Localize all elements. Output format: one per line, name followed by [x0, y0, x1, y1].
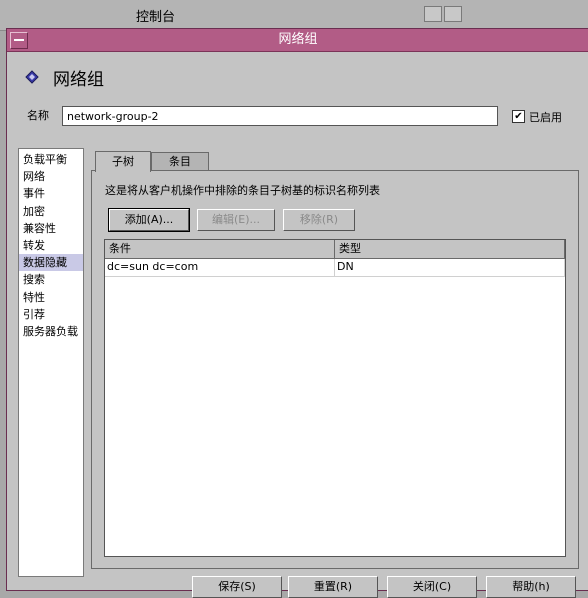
panel-description: 这是将从客户机操作中排除的条目子树基的标识名称列表 [105, 184, 380, 197]
exclusion-table: 条件 类型 dc=sun dc=com DN [104, 239, 566, 557]
nav-item-compatibility[interactable]: 兼容性 [19, 220, 83, 237]
cell-type: DN [335, 259, 565, 276]
maximize-icon[interactable] [444, 6, 462, 22]
background-window-titlebar: 控制台 [0, 0, 588, 31]
nav-item-search[interactable]: 搜索 [19, 271, 83, 288]
column-header-type[interactable]: 类型 [335, 240, 565, 258]
nav-item-network[interactable]: 网络 [19, 168, 83, 185]
column-header-condition[interactable]: 条件 [105, 240, 335, 258]
help-button[interactable]: 帮助(h) [486, 576, 576, 598]
network-group-dialog: 网络组 网络组 名称 ✔ 已启用 负载平衡 网络 事件 加密 兼容性 转发 数据… [6, 28, 588, 598]
table-row[interactable]: dc=sun dc=com DN [105, 259, 565, 277]
subtree-panel: 这是将从客户机操作中排除的条目子树基的标识名称列表 添加(A)... 编辑(E)… [91, 170, 579, 569]
add-button[interactable]: 添加(A)... [108, 208, 190, 232]
tab-subtree[interactable]: 子树 [95, 151, 151, 172]
dialog-title: 网络组 [278, 32, 318, 47]
cell-condition: dc=sun dc=com [105, 259, 335, 276]
enabled-label: 已启用 [529, 111, 562, 124]
nav-item-server-load[interactable]: 服务器负载 [19, 323, 83, 340]
nav-item-referrals[interactable]: 引荐 [19, 306, 83, 323]
table-header: 条件 类型 [105, 240, 565, 259]
name-label: 名称 [27, 109, 49, 122]
edit-button[interactable]: 编辑(E)... [197, 209, 275, 231]
diamond-icon [25, 70, 39, 84]
tab-entry[interactable]: 条目 [151, 152, 209, 171]
name-field[interactable] [62, 106, 498, 126]
nav-item-load-balancing[interactable]: 负载平衡 [19, 151, 83, 168]
nav-item-encryption[interactable]: 加密 [19, 203, 83, 220]
save-button[interactable]: 保存(S) [192, 576, 282, 598]
nav-item-forwarding[interactable]: 转发 [19, 237, 83, 254]
enabled-checkbox[interactable]: ✔ [512, 110, 525, 123]
nav-item-properties[interactable]: 特性 [19, 289, 83, 306]
background-window-title: 控制台 [136, 10, 176, 25]
minimize-icon[interactable] [424, 6, 442, 22]
category-list: 负载平衡 网络 事件 加密 兼容性 转发 数据隐藏 搜索 特性 引荐 服务器负载 [18, 148, 84, 577]
dialog-titlebar[interactable]: 网络组 [7, 29, 588, 52]
nav-item-data-hiding[interactable]: 数据隐藏 [19, 254, 83, 272]
page-title: 网络组 [53, 70, 104, 90]
close-button[interactable]: 关闭(C) [387, 576, 477, 598]
nav-item-events[interactable]: 事件 [19, 185, 83, 202]
reset-button[interactable]: 重置(R) [288, 576, 378, 598]
remove-button[interactable]: 移除(R) [283, 209, 355, 231]
